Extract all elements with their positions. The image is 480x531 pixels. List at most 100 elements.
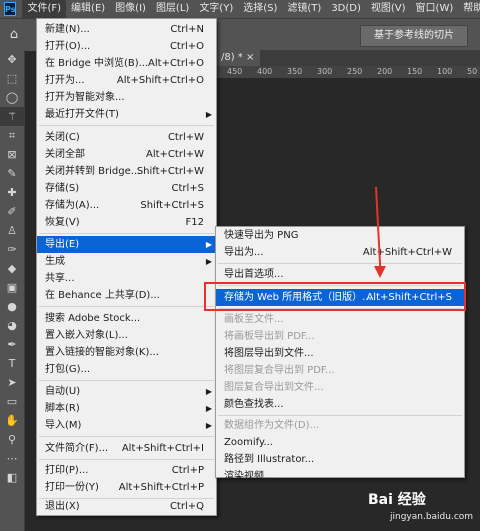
ruler-label: 250 (347, 67, 363, 76)
menu-separator (39, 436, 214, 437)
menu-item-print[interactable]: 打印(P)... Ctrl+P (37, 462, 216, 479)
menu-item-search-stock[interactable]: 搜索 Adobe Stock... (37, 310, 216, 327)
ruler-label: 200 (377, 67, 393, 76)
gradient-tool-icon[interactable]: ▣ (0, 278, 24, 297)
menu-separator (218, 415, 462, 416)
menu-type[interactable]: 文字(Y) (194, 0, 238, 18)
crop-tool-icon[interactable]: ⌗ (0, 126, 24, 145)
shape-tool-icon[interactable]: ▭ (0, 392, 24, 411)
document-tab[interactable]: /8) * × (215, 50, 261, 66)
annotation-highlight-box (204, 282, 466, 311)
slices-from-guides-button[interactable]: 基于参考线的切片 (360, 25, 468, 47)
menu-layer[interactable]: 图层(L) (151, 0, 194, 18)
ruler-label: 400 (257, 67, 273, 76)
menu-edit[interactable]: 编辑(E) (66, 0, 110, 18)
path-selection-tool-icon[interactable]: ➤ (0, 373, 24, 392)
menu-item-artboards-to-files[interactable]: 画板至文件... (216, 311, 464, 328)
menu-item-paths-to-illustrator[interactable]: 路径到 Illustrator... (216, 451, 464, 468)
frame-tool-icon[interactable]: ⊠ (0, 145, 24, 164)
baidu-jingyan-watermark: Bai 经验 (368, 492, 426, 508)
menu-file[interactable]: 文件(F) (22, 0, 67, 18)
menu-item-print-one-copy[interactable]: 打印一份(Y) Alt+Shift+Ctrl+P (37, 479, 216, 496)
menu-item-open[interactable]: 打开(O)... Ctrl+O (37, 38, 216, 55)
menu-item-revert[interactable]: 恢复(V) F12 (37, 214, 216, 231)
menu-item-color-lookup-tables[interactable]: 颜色查找表... (216, 396, 464, 413)
menu-item-export-as[interactable]: 导出为... Alt+Shift+Ctrl+W (216, 244, 464, 261)
menu-item-recent-files[interactable]: 最近打开文件(T) ▶ (37, 106, 216, 123)
zoom-tool-icon[interactable]: ⚲ (0, 430, 24, 449)
eyedropper-tool-icon[interactable]: ✎ (0, 164, 24, 183)
menu-item-package[interactable]: 打包(G)... (37, 361, 216, 378)
menu-image[interactable]: 图像(I) (110, 0, 151, 18)
menu-item-share[interactable]: 共享... (37, 270, 216, 287)
menu-item-exit[interactable]: 退出(X) Ctrl+Q (37, 498, 216, 515)
menu-item-automate[interactable]: 自动(U) ▶ (37, 383, 216, 400)
document-tab-bar: /8) * × (215, 50, 480, 66)
menu-item-open-smart-object[interactable]: 打开为智能对象... (37, 89, 216, 106)
menu-item-layers-to-files[interactable]: 将图层导出到文件... (216, 345, 464, 362)
export-submenu: 快速导出为 PNG 导出为... Alt+Shift+Ctrl+W 导出首选项..… (215, 226, 465, 482)
submenu-arrow-icon: ▶ (205, 421, 212, 430)
marquee-tool-icon[interactable]: ⬚ (0, 69, 24, 88)
menu-item-new[interactable]: 新建(N)... Ctrl+N (37, 21, 216, 38)
eraser-tool-icon[interactable]: ◆ (0, 259, 24, 278)
menu-item-data-sets-as-files[interactable]: 数据组作为文件(D)... (216, 417, 464, 434)
menu-window[interactable]: 窗口(W) (411, 0, 459, 18)
submenu-arrow-icon: ▶ (205, 387, 212, 396)
move-tool-icon[interactable]: ✥ (0, 50, 24, 69)
clone-stamp-tool-icon[interactable]: ♙ (0, 221, 24, 240)
watermark-url: jingyan.baidu.com (390, 512, 474, 522)
menu-item-export[interactable]: 导出(E) ▶ (37, 236, 216, 253)
menu-item-import[interactable]: 导入(M) ▶ (37, 417, 216, 434)
type-tool-icon[interactable]: T (0, 354, 24, 373)
menu-separator (218, 263, 462, 264)
menu-item-close-all[interactable]: 关闭全部 Alt+Ctrl+W (37, 146, 216, 163)
history-brush-tool-icon[interactable]: ✑ (0, 240, 24, 259)
menu-item-save-as[interactable]: 存储为(A)... Shift+Ctrl+S (37, 197, 216, 214)
pen-tool-icon[interactable]: ✒ (0, 335, 24, 354)
hand-tool-icon[interactable]: ✋ (0, 411, 24, 430)
menu-help[interactable]: 帮助( (458, 0, 480, 18)
menu-item-zoomify[interactable]: Zoomify... (216, 434, 464, 451)
ruler-label: 350 (287, 67, 303, 76)
color-swatches-icon[interactable]: ◧ (0, 468, 24, 487)
menu-3d[interactable]: 3D(D) (326, 0, 366, 18)
magic-wand-tool-icon[interactable]: ⚚ (0, 107, 24, 126)
healing-brush-tool-icon[interactable]: ✚ (0, 183, 24, 202)
menu-item-file-info[interactable]: 文件简介(F)... Alt+Shift+Ctrl+I (37, 440, 216, 457)
menu-item-close[interactable]: 关闭(C) Ctrl+W (37, 129, 216, 146)
submenu-arrow-icon: ▶ (205, 404, 212, 413)
menu-item-generate[interactable]: 生成 ▶ (37, 253, 216, 270)
brush-tool-icon[interactable]: ✐ (0, 202, 24, 221)
menu-item-save[interactable]: 存储(S) Ctrl+S (37, 180, 216, 197)
menu-view[interactable]: 视图(V) (366, 0, 411, 18)
horizontal-ruler: 450 400 350 300 250 200 150 100 50 (215, 66, 480, 78)
submenu-arrow-icon: ▶ (205, 257, 212, 266)
menu-item-place-embedded[interactable]: 置入嵌入对象(L)... (37, 327, 216, 344)
dodge-tool-icon[interactable]: ◕ (0, 316, 24, 335)
ruler-label: 300 (317, 67, 333, 76)
ruler-label: 150 (407, 67, 423, 76)
menu-item-quick-export-png[interactable]: 快速导出为 PNG (216, 227, 464, 244)
menu-item-scripts[interactable]: 脚本(R) ▶ (37, 400, 216, 417)
menu-filter[interactable]: 滤镜(T) (282, 0, 326, 18)
menu-item-render-video[interactable]: 渲染视频... (216, 468, 464, 485)
menu-select[interactable]: 选择(S) (238, 0, 282, 18)
home-icon[interactable]: ⌂ (6, 27, 22, 43)
lasso-tool-icon[interactable]: ◯ (0, 88, 24, 107)
menu-item-browse-bridge[interactable]: 在 Bridge 中浏览(B)... Alt+Ctrl+O (37, 55, 216, 72)
menu-item-place-linked[interactable]: 置入链接的智能对象(K)... (37, 344, 216, 361)
menu-item-artboards-to-pdf[interactable]: 将画板导出到 PDF... (216, 328, 464, 345)
more-tools-icon[interactable]: ⋯ (0, 449, 24, 468)
menu-separator (39, 125, 214, 126)
menu-item-export-preferences[interactable]: 导出首选项... (216, 266, 464, 283)
menu-item-layer-comps-to-pdf[interactable]: 将图层复合导出到 PDF... (216, 362, 464, 379)
ruler-label: 450 (227, 67, 243, 76)
menu-item-layer-comps-to-files[interactable]: 图层复合导出到文件... (216, 379, 464, 396)
menu-item-share-behance[interactable]: 在 Behance 上共享(D)... (37, 287, 216, 304)
blur-tool-icon[interactable]: ● (0, 297, 24, 316)
menu-separator (39, 306, 214, 307)
menu-item-open-as[interactable]: 打开为... Alt+Shift+Ctrl+O (37, 72, 216, 89)
photoshop-logo-icon: Ps (4, 2, 17, 16)
menu-item-close-go-bridge[interactable]: 关闭并转到 Bridge... Shift+Ctrl+W (37, 163, 216, 180)
